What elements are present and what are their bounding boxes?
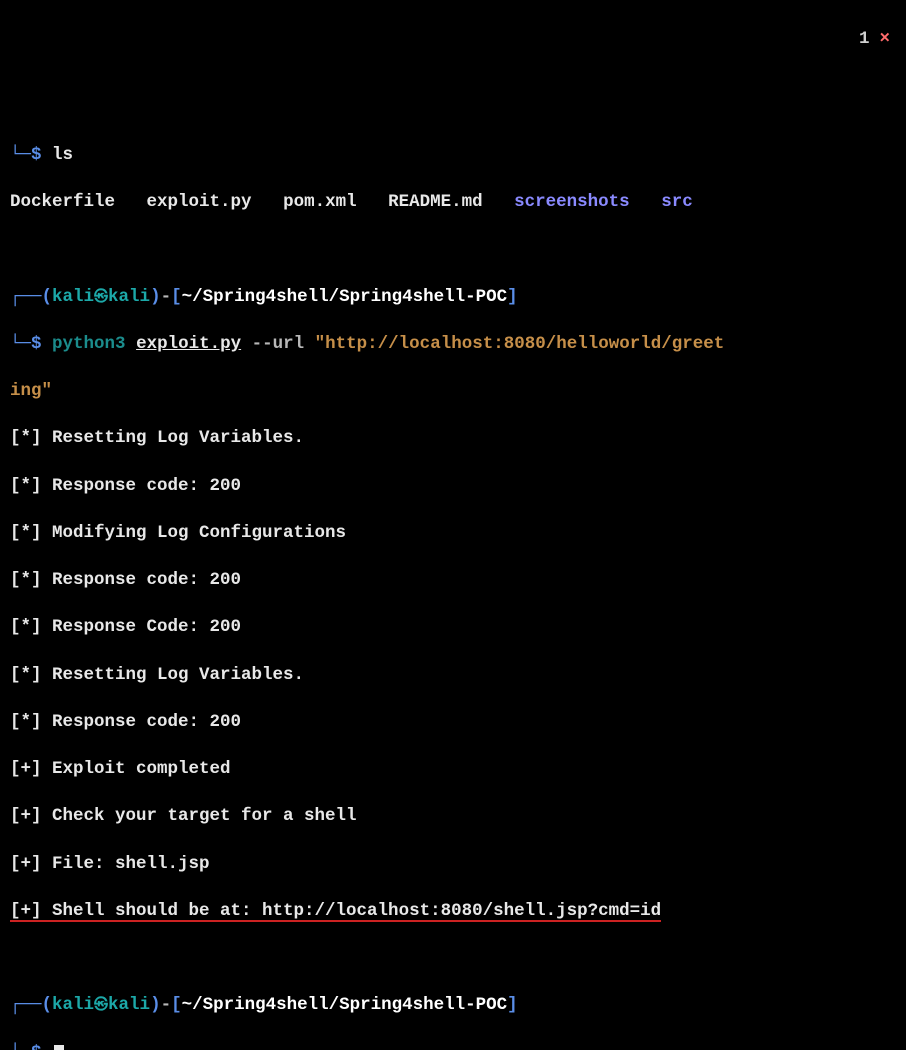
ls-output: Dockerfile exploit.py pom.xml README.md … <box>10 191 896 215</box>
skull-icon: ㉿ <box>94 998 108 1014</box>
prompt-dollar: $ <box>31 334 42 354</box>
prompt-lparen: ( <box>42 287 53 307</box>
file: exploit.py <box>147 192 252 212</box>
prompt-dash: - <box>161 287 172 307</box>
output-line: [*] Resetting Log Variables. <box>10 664 896 688</box>
url-quote: " <box>42 381 53 401</box>
close-icon[interactable]: × <box>879 29 890 49</box>
prompt-lbracket: [ <box>171 995 182 1015</box>
directory: src <box>661 192 693 212</box>
output-line: [*] Response code: 200 <box>10 569 896 593</box>
prompt-corner: ┌── <box>10 287 42 307</box>
prompt-dollar: $ <box>31 145 42 165</box>
url-quote: " <box>315 334 326 354</box>
tab-number: 1 <box>859 29 870 49</box>
prompt-line-3-top: ┌──(kali㉿kali)-[~/Spring4shell/Spring4sh… <box>10 994 896 1018</box>
output-line: [*] Modifying Log Configurations <box>10 522 896 546</box>
prompt-path: ~/Spring4shell/Spring4shell-POC <box>182 287 508 307</box>
file: Dockerfile <box>10 192 115 212</box>
blank-line <box>10 947 896 971</box>
prompt-line-2-cmd[interactable]: └─$ python3 exploit.py --url "http://loc… <box>10 333 896 357</box>
url-arg-wrap: ing <box>10 381 42 401</box>
prompt-line-1: └─$ ls <box>10 144 896 168</box>
output-line: [*] Response code: 200 <box>10 475 896 499</box>
file: README.md <box>388 192 483 212</box>
output-line: [+] Exploit completed <box>10 758 896 782</box>
prompt-path: ~/Spring4shell/Spring4shell-POC <box>182 995 508 1015</box>
flag-url: --url <box>252 334 305 354</box>
blank-line <box>10 238 896 262</box>
prompt-line-2-top: ┌──(kali㉿kali)-[~/Spring4shell/Spring4sh… <box>10 286 896 310</box>
output-line: [*] Response Code: 200 <box>10 616 896 640</box>
prompt-corner: └─ <box>10 1043 31 1050</box>
directory: screenshots <box>514 192 630 212</box>
prompt-host: kali <box>108 287 150 307</box>
output-line: [*] Resetting Log Variables. <box>10 427 896 451</box>
prompt-line-2-wrap: ing" <box>10 380 896 404</box>
prompt-rparen: ) <box>150 287 161 307</box>
skull-icon: ㉿ <box>94 290 108 306</box>
prompt-dollar: $ <box>31 1043 42 1050</box>
output-line: [+] File: shell.jsp <box>10 853 896 877</box>
prompt-rparen: ) <box>150 995 161 1015</box>
script-name: exploit.py <box>136 334 241 354</box>
output-line-shell-url: [+] Shell should be at: http://localhost… <box>10 900 896 924</box>
output-line: [+] Check your target for a shell <box>10 805 896 829</box>
command-python3: python3 <box>52 334 126 354</box>
command-ls: ls <box>52 145 73 165</box>
prompt-host: kali <box>108 995 150 1015</box>
file: pom.xml <box>283 192 357 212</box>
prompt-user: kali <box>52 995 94 1015</box>
prompt-user: kali <box>52 287 94 307</box>
shell-url-line: [+] Shell should be at: http://localhost… <box>10 904 661 922</box>
prompt-rbracket: ] <box>507 995 518 1015</box>
prompt-lbracket: [ <box>171 287 182 307</box>
cursor <box>54 1045 64 1050</box>
prompt-line-3-input[interactable]: └─$ <box>10 1042 896 1050</box>
tab-indicator: 1× <box>838 4 890 51</box>
prompt-lparen: ( <box>42 995 53 1015</box>
output-line: [*] Response code: 200 <box>10 711 896 735</box>
prompt-corner: └─ <box>10 145 31 165</box>
prompt-corner: ┌── <box>10 995 42 1015</box>
prompt-rbracket: ] <box>507 287 518 307</box>
prompt-corner: └─ <box>10 334 31 354</box>
prompt-dash: - <box>161 995 172 1015</box>
url-arg: http://localhost:8080/helloworld/greet <box>325 334 724 354</box>
